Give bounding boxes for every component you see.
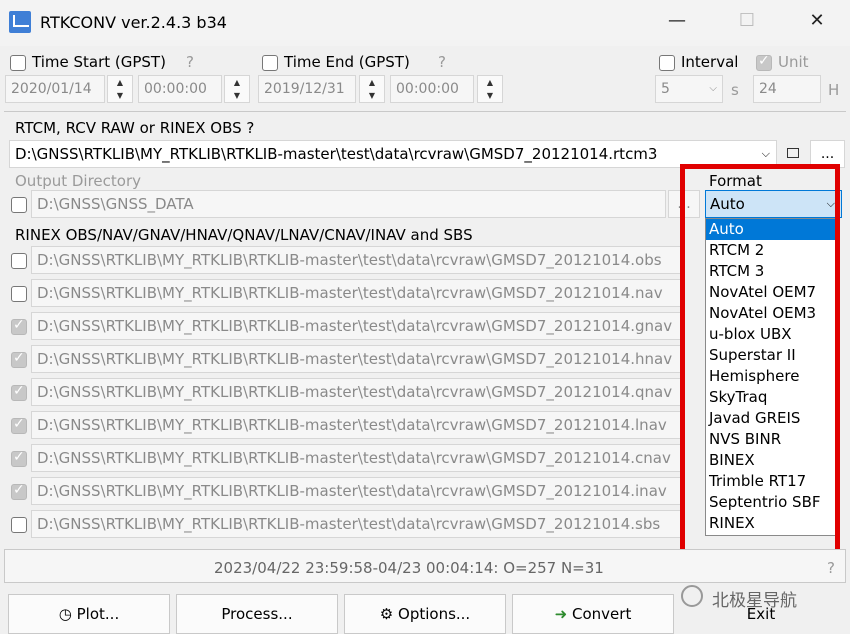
rinex-label: RINEX OBS/NAV/GNAV/HNAV/QNAV/LNAV/CNAV/I… bbox=[15, 226, 473, 244]
rinex-hnav-input[interactable]: D:\GNSS\RTKLIB\MY_RTKLIB\RTKLIB-master\t… bbox=[31, 345, 685, 373]
rinex-obs-checkbox[interactable] bbox=[11, 253, 27, 269]
rinex-cnav-checkbox[interactable] bbox=[11, 449, 27, 467]
time-end-label: Time End (GPST) bbox=[284, 53, 410, 71]
interval-value: 5 bbox=[661, 81, 670, 97]
rinex-nav-input[interactable]: D:\GNSS\RTKLIB\MY_RTKLIB\RTKLIB-master\t… bbox=[31, 279, 685, 307]
time-start-time[interactable]: 00:00:00 bbox=[138, 75, 222, 103]
process-label: Process... bbox=[221, 605, 293, 623]
spin-up-icon[interactable]: ▲ bbox=[225, 76, 249, 89]
output-dir-input[interactable]: D:\GNSS\GNSS_DATA bbox=[31, 190, 666, 218]
rinex-gnav-input[interactable]: D:\GNSS\RTKLIB\MY_RTKLIB\RTKLIB-master\t… bbox=[31, 312, 685, 340]
window-title: RTKCONV ver.2.4.3 b34 bbox=[40, 13, 227, 32]
output-dir-checkbox[interactable] bbox=[11, 197, 27, 213]
input-file-path: D:\GNSS\RTKLIB\MY_RTKLIB\RTKLIB-master\t… bbox=[15, 145, 658, 163]
rinex-inav-input[interactable]: D:\GNSS\RTKLIB\MY_RTKLIB\RTKLIB-master\t… bbox=[31, 477, 685, 505]
rinex-nav-checkbox[interactable] bbox=[11, 286, 27, 302]
rinex-lnav-checkbox[interactable] bbox=[11, 416, 27, 434]
interval-unit: s bbox=[731, 81, 739, 99]
time-start-label: Time Start (GPST) bbox=[32, 53, 166, 71]
input-label: RTCM, RCV RAW or RINEX OBS ? bbox=[15, 119, 255, 137]
rinex-sbs-checkbox[interactable] bbox=[11, 517, 27, 533]
time-start-checkbox[interactable] bbox=[10, 55, 26, 71]
time-end-date-spinner[interactable]: ▲ ▼ bbox=[359, 75, 385, 103]
unit-suffix: H bbox=[828, 81, 840, 99]
minimize-button[interactable]: — bbox=[657, 10, 697, 31]
rinex-hnav-checkbox[interactable] bbox=[11, 350, 27, 368]
maximize-button[interactable]: ☐ bbox=[727, 10, 767, 31]
interval-select[interactable]: 5 ⌵ bbox=[655, 75, 723, 103]
rinex-qnav-input[interactable]: D:\GNSS\RTKLIB\MY_RTKLIB\RTKLIB-master\t… bbox=[31, 378, 685, 406]
spin-down-icon[interactable]: ▼ bbox=[360, 89, 384, 102]
time-end-time[interactable]: 00:00:00 bbox=[390, 75, 474, 103]
status-text: 2023/04/22 23:59:58-04/23 00:04:14: O=25… bbox=[214, 559, 604, 577]
unit-label: Unit bbox=[778, 53, 809, 71]
time-start-date[interactable]: 2020/01/14 bbox=[5, 75, 105, 103]
interval-label: Interval bbox=[681, 53, 739, 71]
time-end-date[interactable]: 2019/12/31 bbox=[258, 75, 356, 103]
unit-input[interactable]: 24 bbox=[753, 75, 821, 103]
separator bbox=[4, 111, 846, 112]
close-button[interactable]: ✕ bbox=[797, 10, 837, 31]
rinex-qnav-checkbox[interactable] bbox=[11, 383, 27, 401]
convert-label: Convert bbox=[572, 605, 632, 623]
plot-button[interactable]: ◷ Plot... bbox=[8, 594, 170, 634]
spin-down-icon[interactable]: ▼ bbox=[225, 89, 249, 102]
options-label: Options... bbox=[398, 605, 471, 623]
spin-up-icon[interactable]: ▲ bbox=[360, 76, 384, 89]
input-file-combobox[interactable]: D:\GNSS\RTKLIB\MY_RTKLIB\RTKLIB-master\t… bbox=[9, 140, 777, 168]
rinex-cnav-input[interactable]: D:\GNSS\RTKLIB\MY_RTKLIB\RTKLIB-master\t… bbox=[31, 444, 685, 472]
plot-icon: ◷ bbox=[58, 605, 77, 623]
rinex-sbs-input[interactable]: D:\GNSS\RTKLIB\MY_RTKLIB\RTKLIB-master\t… bbox=[31, 510, 685, 538]
time-start-date-spinner[interactable]: ▲ ▼ bbox=[107, 75, 133, 103]
rinex-lnav-input[interactable]: D:\GNSS\RTKLIB\MY_RTKLIB\RTKLIB-master\t… bbox=[31, 411, 685, 439]
gear-icon: ⚙ bbox=[379, 605, 399, 623]
time-end-time-spinner[interactable]: ▲ ▼ bbox=[477, 75, 503, 103]
time-end-help[interactable]: ? bbox=[438, 53, 446, 71]
spin-up-icon[interactable]: ▲ bbox=[478, 76, 502, 89]
spin-down-icon[interactable]: ▼ bbox=[478, 89, 502, 102]
annotation-highlight-box bbox=[680, 164, 840, 554]
output-dir-label: Output Directory bbox=[15, 172, 142, 190]
options-button[interactable]: ⚙ Options... bbox=[344, 594, 506, 634]
convert-arrow-icon: ➜ bbox=[554, 605, 573, 623]
spin-down-icon[interactable]: ▼ bbox=[108, 89, 132, 102]
convert-button[interactable]: ➜ Convert bbox=[512, 594, 674, 634]
time-start-time-spinner[interactable]: ▲ ▼ bbox=[224, 75, 250, 103]
rinex-obs-input[interactable]: D:\GNSS\RTKLIB\MY_RTKLIB\RTKLIB-master\t… bbox=[31, 246, 685, 274]
time-end-checkbox[interactable] bbox=[262, 55, 278, 71]
exit-button[interactable]: Exit bbox=[680, 594, 842, 634]
spin-up-icon[interactable]: ▲ bbox=[108, 76, 132, 89]
app-icon bbox=[9, 11, 31, 33]
interval-checkbox[interactable] bbox=[659, 55, 675, 71]
unit-checkbox[interactable] bbox=[756, 53, 772, 71]
plot-label: Plot... bbox=[76, 605, 120, 623]
process-button[interactable]: Process... bbox=[176, 594, 338, 634]
status-help[interactable]: ? bbox=[827, 559, 835, 577]
exit-label: Exit bbox=[746, 605, 776, 623]
chevron-down-icon: ⌵ bbox=[709, 83, 717, 94]
time-start-help[interactable]: ? bbox=[186, 53, 194, 71]
view-file-icon[interactable] bbox=[787, 148, 799, 158]
rinex-inav-checkbox[interactable] bbox=[11, 482, 27, 500]
rinex-gnav-checkbox[interactable] bbox=[11, 317, 27, 335]
